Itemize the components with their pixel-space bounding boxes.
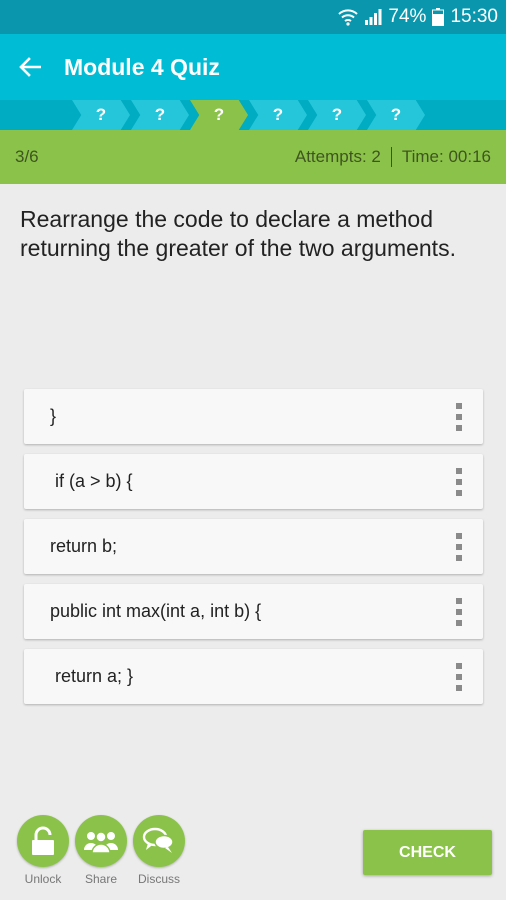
unlock-button[interactable]: Unlock bbox=[13, 815, 73, 886]
code-line-text: return a; } bbox=[50, 666, 134, 686]
bottom-actions: Unlock Share Discuss bbox=[13, 815, 187, 886]
drag-handle-icon[interactable] bbox=[455, 403, 463, 431]
clock: 15:30 bbox=[450, 6, 498, 27]
drag-handle-icon[interactable] bbox=[455, 598, 463, 626]
progress-step: ? bbox=[308, 100, 366, 130]
battery-percent: 74% bbox=[388, 6, 427, 27]
code-line-text: if (a > b) { bbox=[50, 471, 133, 491]
question-position: 3/6 bbox=[15, 147, 39, 166]
elapsed-time: Time: 00:16 bbox=[401, 147, 491, 166]
code-line-card[interactable]: public int max(int a, int b) { bbox=[24, 584, 483, 639]
app-bar: Module 4 Quiz bbox=[0, 34, 506, 100]
discuss-label: Discuss bbox=[137, 872, 180, 886]
chat-bubbles-icon bbox=[133, 815, 185, 867]
progress-step: ? bbox=[190, 100, 248, 130]
code-line-card[interactable]: return b; bbox=[24, 519, 483, 574]
progress-step: ? bbox=[72, 100, 130, 130]
code-line-text: } bbox=[50, 406, 57, 426]
code-line-card[interactable]: return a; } bbox=[24, 649, 483, 704]
info-divider bbox=[390, 147, 392, 167]
quiz-info-bar: 3/6 Attempts: 2 Time: 00:16 bbox=[0, 130, 506, 184]
discuss-button[interactable]: Discuss bbox=[129, 815, 189, 886]
share-label: Share bbox=[84, 872, 118, 886]
unlock-label: Unlock bbox=[24, 872, 62, 886]
drag-handle-icon[interactable] bbox=[455, 468, 463, 496]
status-bar: 74% 15:30 bbox=[0, 0, 506, 34]
share-button[interactable]: Share bbox=[71, 815, 131, 886]
question-text: Rearrange the code to declare a method r… bbox=[20, 206, 456, 261]
drag-handle-icon[interactable] bbox=[455, 533, 463, 561]
progress-step: ? bbox=[249, 100, 307, 130]
page-title: Module 4 Quiz bbox=[64, 53, 220, 80]
wifi-icon bbox=[338, 8, 359, 26]
people-icon bbox=[75, 815, 127, 867]
code-line-text: return b; bbox=[50, 536, 118, 556]
attempts-count: Attempts: 2 bbox=[294, 147, 381, 166]
progress-step: ? bbox=[131, 100, 189, 130]
code-line-card[interactable]: } bbox=[24, 389, 483, 444]
question-progress: ?????? bbox=[0, 100, 506, 130]
back-button[interactable] bbox=[0, 34, 60, 100]
battery-icon bbox=[432, 8, 445, 26]
back-arrow-icon bbox=[19, 57, 41, 77]
drag-handle-icon[interactable] bbox=[455, 663, 463, 691]
signal-icon bbox=[364, 9, 382, 25]
progress-step: ? bbox=[367, 100, 425, 130]
lock-icon bbox=[17, 815, 69, 867]
code-line-card[interactable]: if (a > b) { bbox=[24, 454, 483, 509]
code-line-list: } if (a > b) { return b; public int max(… bbox=[24, 389, 483, 714]
code-line-text: public int max(int a, int b) { bbox=[50, 601, 262, 621]
check-button[interactable]: CHECK bbox=[363, 830, 492, 875]
